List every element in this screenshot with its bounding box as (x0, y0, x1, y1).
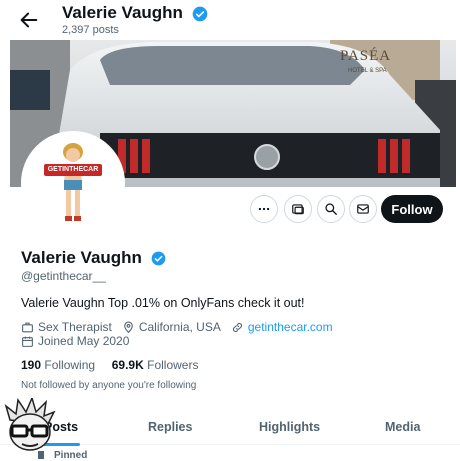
profile-location: California, USA (138, 320, 221, 334)
post-count: 2,397 posts (62, 24, 119, 36)
not-followed-notice: Not followed by anyone you're following (21, 380, 197, 391)
profile-meta-row: Sex Therapist California, USA getintheca… (21, 320, 333, 334)
banner-sign-subtitle: HOTEL & SPA (348, 68, 387, 74)
location-group: California, USA (122, 320, 221, 334)
tab-replies[interactable]: Replies (148, 420, 192, 434)
profile-bio: Valerie Vaughn Top .01% on OnlyFans chec… (21, 296, 305, 310)
website-group: getinthecar.com (231, 320, 333, 334)
verified-badge-icon (151, 251, 166, 266)
image-analyze-icon (292, 204, 304, 215)
ellipsis-icon (258, 207, 270, 211)
watermark-mascot (2, 395, 58, 454)
banner-sign-title: PASÉA (340, 48, 392, 64)
top-bar: Valerie Vaughn 2,397 posts (0, 0, 460, 40)
profile-name: Valerie Vaughn (21, 248, 166, 268)
briefcase-icon (21, 321, 34, 334)
avatar-text: GETINTHECAR (47, 166, 99, 173)
followers-link[interactable]: 69.9K Followers (112, 358, 199, 372)
search-profile-button[interactable] (317, 195, 345, 223)
verified-badge-icon (192, 6, 208, 21)
back-arrow-icon[interactable] (18, 9, 40, 31)
following-link[interactable]: 190 Following (21, 358, 95, 372)
mail-icon (357, 204, 369, 214)
more-options-button[interactable] (250, 195, 278, 223)
profile-joined-row: Joined May 2020 (21, 334, 129, 348)
profile-tabs: Posts Replies Highlights Media (0, 412, 460, 445)
tab-media[interactable]: Media (385, 420, 420, 434)
avatar-figure (24, 134, 122, 232)
profile-handle: @getinthecar__ (21, 269, 106, 283)
location-pin-icon (122, 321, 135, 334)
avatar[interactable]: GETINTHECAR (21, 131, 125, 235)
profile-website-link[interactable]: getinthecar.com (248, 320, 333, 334)
profile-joined: Joined May 2020 (38, 334, 130, 348)
message-button[interactable] (349, 195, 377, 223)
header-title: Valerie Vaughn (62, 3, 208, 23)
follow-button[interactable]: Follow (381, 195, 443, 223)
follow-stats: 190 Following 69.9K Followers (21, 358, 198, 372)
grok-analyze-button[interactable] (284, 195, 312, 223)
link-icon (231, 321, 244, 334)
profile-category: Sex Therapist (38, 320, 112, 334)
calendar-icon (21, 335, 34, 348)
search-icon (325, 203, 337, 215)
tab-highlights[interactable]: Highlights (259, 420, 320, 434)
